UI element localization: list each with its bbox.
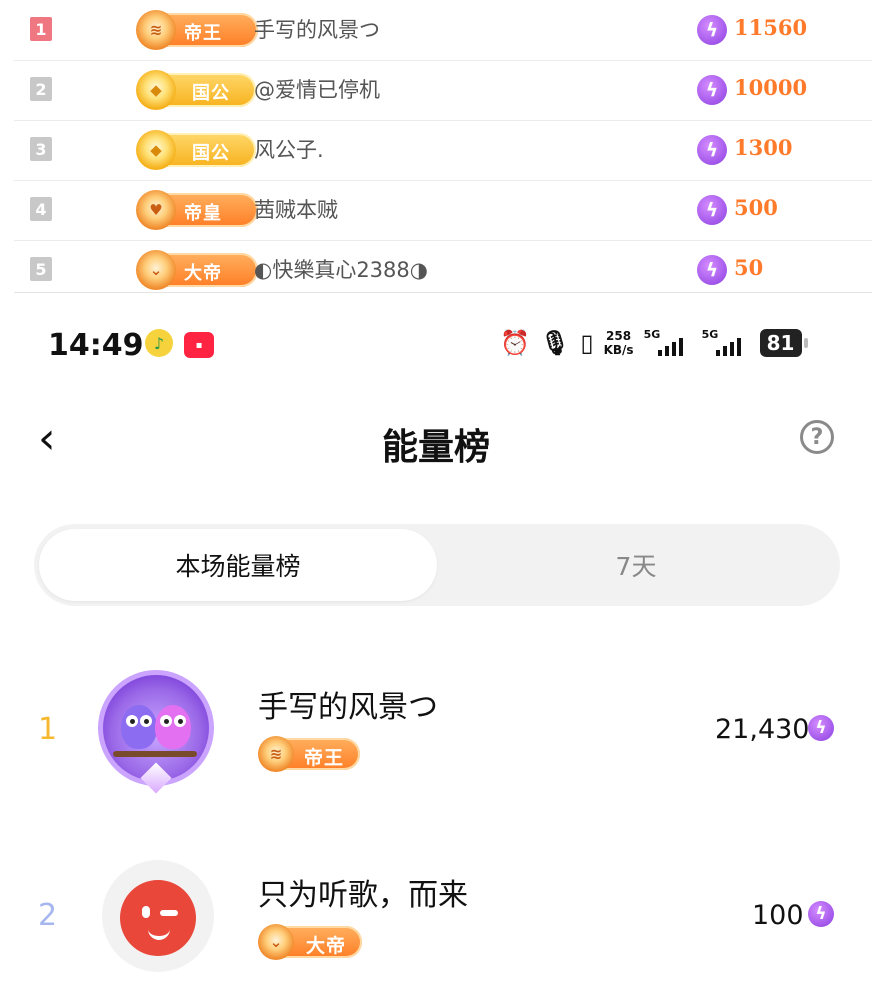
clock: 14:49 (48, 328, 144, 363)
user-name: 只为听歌，而来 (258, 878, 468, 913)
tab-current-session[interactable]: 本场能量榜 (39, 529, 437, 601)
music-app-icon: ♪ (145, 329, 173, 357)
list-item[interactable]: 1 ≋ 帝王 手写的风景つ ϟ 11560 (14, 0, 872, 61)
user-name: 风公子. (254, 138, 324, 162)
energy-score: 21,430 (715, 714, 810, 745)
signal-icon: 5G (644, 328, 692, 358)
rank-number: 2 (38, 898, 58, 933)
page-title: 能量榜 (381, 427, 490, 468)
energy-bolt-icon: ϟ (697, 135, 727, 165)
energy-score: 11560 (734, 15, 808, 40)
status-icons: ⏰ 🎙 ▯ 258 KB/s 5G 5G 81 (500, 326, 810, 360)
help-icon[interactable]: ? (800, 420, 834, 454)
chevron-down-icon: ⌄ (258, 924, 294, 960)
top-energy-list: 1 ≋ 帝王 手写的风景つ ϟ 11560 2 ◆ 国公 @爱情已停机 ϟ 10… (0, 0, 872, 293)
energy-bolt-icon: ϟ (808, 901, 834, 927)
list-item[interactable]: 3 ◆ 国公 风公子. ϟ 1300 (14, 120, 872, 181)
title-badge: ⌄ 大帝 (136, 250, 258, 290)
user-name: 手写的风景つ (258, 690, 438, 725)
title-badge: ≋ 帝王 (136, 10, 258, 50)
crown-chevrons-icon: ≋ (258, 736, 294, 772)
tab-7-days[interactable]: 7天 (437, 529, 835, 601)
energy-score: 100 (752, 900, 804, 931)
alarm-icon: ⏰ (500, 329, 530, 357)
energy-score: 10000 (734, 75, 808, 100)
rank-number: 5 (30, 257, 52, 281)
ranking-row[interactable]: 1 手写的风景つ ≋ 帝王 21,430 ϟ (0, 630, 872, 810)
title-badge: ≋ 帝王 (258, 736, 360, 772)
rank-number: 1 (30, 17, 52, 41)
user-name: @爱情已停机 (254, 78, 380, 102)
energy-bolt-icon: ϟ (808, 715, 834, 741)
vibrate-icon: ▯ (580, 329, 594, 357)
energy-score: 50 (734, 255, 764, 280)
rank-number: 3 (30, 137, 52, 161)
user-name: ◐快樂真心2388◑ (254, 258, 429, 282)
title-badge: ◆ 国公 (136, 70, 256, 110)
avatar[interactable] (102, 860, 214, 972)
list-item[interactable]: 5 ⌄ 大帝 ◐快樂真心2388◑ ϟ 50 (14, 240, 872, 293)
tab-bar: 本场能量榜 7天 (34, 524, 840, 606)
title-badge: ◆ 国公 (136, 130, 256, 170)
energy-score: 1300 (734, 135, 793, 160)
signal-icon: 5G (702, 328, 750, 358)
title-badge: ⌄ 大帝 (258, 924, 362, 960)
energy-bolt-icon: ϟ (697, 255, 727, 285)
energy-bolt-icon: ϟ (697, 195, 727, 225)
user-name: 手写的风景つ (254, 18, 380, 42)
status-bar: 14:49 ♪ ▪ ⏰ 🎙 ▯ 258 KB/s 5G 5G 81 (0, 292, 872, 392)
chevron-down-icon: ⌄ (136, 250, 176, 290)
ranking-row[interactable]: 2 只为听歌，而来 ⌄ 大帝 100 ϟ (0, 818, 872, 998)
list-item[interactable]: 4 ♥ 帝皇 茜贼本贼 ϟ 500 (14, 180, 872, 241)
page-header: ‹ 能量榜 ? (0, 392, 872, 492)
energy-bolt-icon: ϟ (697, 15, 727, 45)
rank-number: 2 (30, 77, 52, 101)
heart-shield-icon: ♥ (136, 190, 176, 230)
energy-bolt-icon: ϟ (697, 75, 727, 105)
battery-icon: 81 (759, 329, 810, 357)
microphone-icon: 🎙 (539, 329, 571, 357)
list-item[interactable]: 2 ◆ 国公 @爱情已停机 ϟ 10000 (14, 60, 872, 121)
user-name: 茜贼本贼 (254, 198, 338, 222)
gold-gem-icon: ◆ (136, 70, 176, 110)
xiaohongshu-app-icon: ▪ (184, 332, 214, 358)
gold-gem-icon: ◆ (136, 130, 176, 170)
title-badge: ♥ 帝皇 (136, 190, 258, 230)
crown-chevrons-icon: ≋ (136, 10, 176, 50)
rank-number: 1 (38, 712, 58, 747)
rank-number: 4 (30, 197, 52, 221)
energy-score: 500 (734, 195, 778, 220)
avatar[interactable] (98, 670, 214, 794)
network-speed: 258 KB/s (603, 329, 634, 357)
